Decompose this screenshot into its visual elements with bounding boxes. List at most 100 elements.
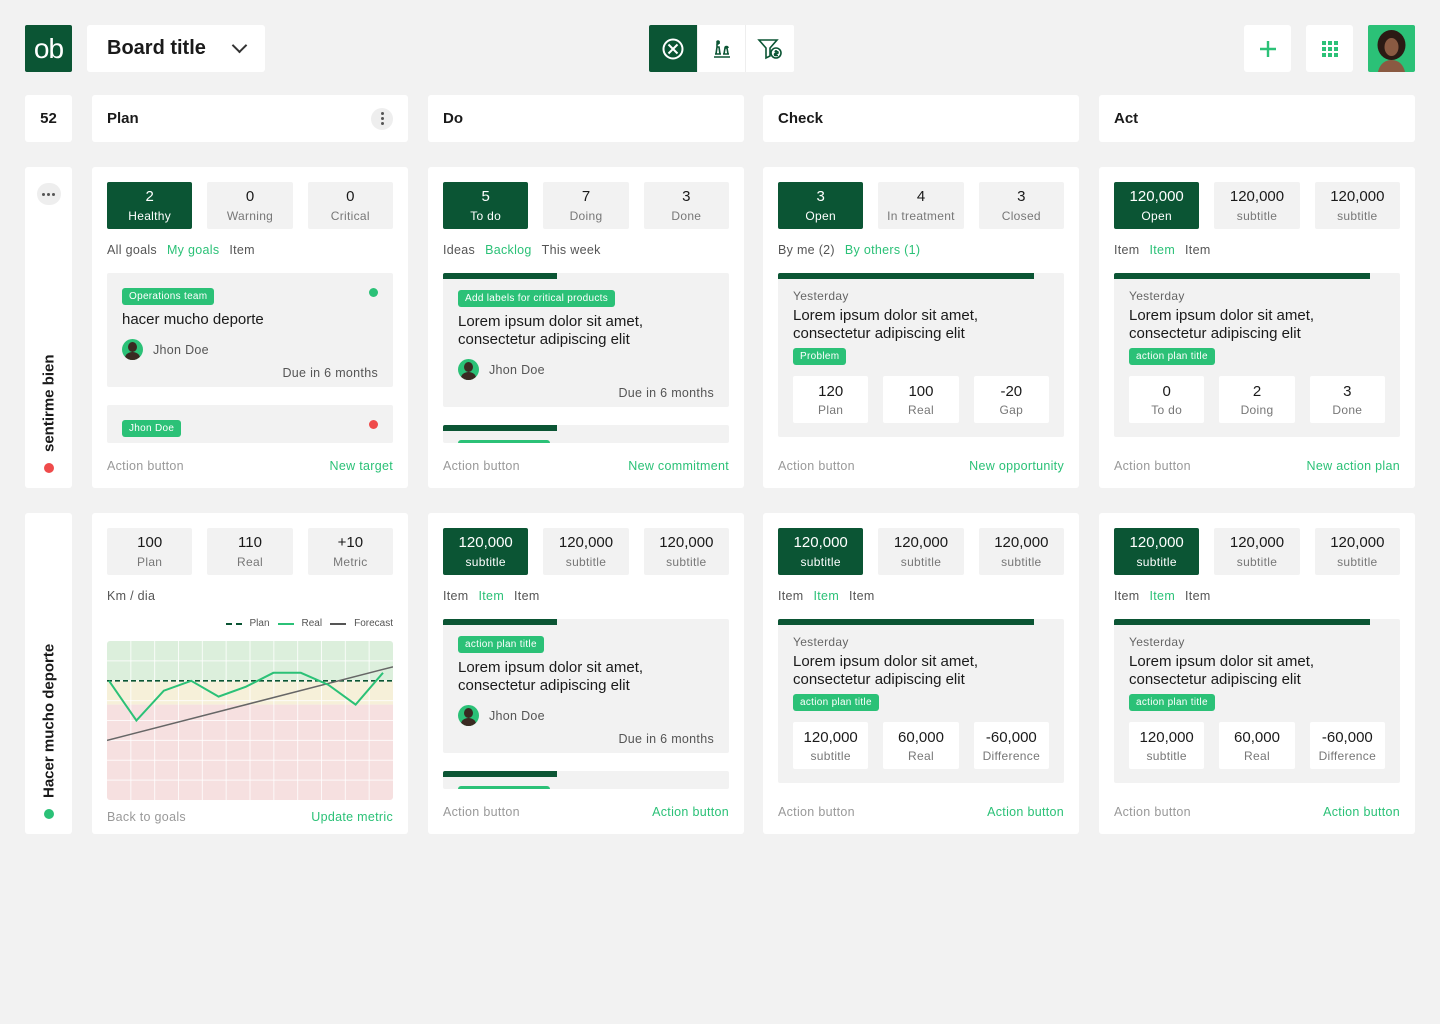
stat-subtitle[interactable]: 120,000 subtitle [978, 528, 1064, 575]
action-button[interactable]: Action button [1114, 459, 1191, 473]
plan-tag: action plan title [1129, 348, 1215, 365]
tab-item[interactable]: Item [1150, 243, 1176, 257]
action-button[interactable]: Action button [443, 805, 520, 819]
tab-item[interactable]: Item [514, 589, 540, 603]
goal-item[interactable]: Jhon Doe [107, 405, 393, 443]
opportunity-item[interactable]: Yesterday Lorem ipsum dolor sit amet, co… [778, 273, 1064, 437]
status-dot-green [44, 809, 54, 819]
action-plan-item[interactable]: Yesterday Lorem ipsum dolor sit amet, co… [1114, 273, 1400, 437]
metric-done: 3 Done [1309, 376, 1385, 423]
tab-backlog[interactable]: Backlog [485, 243, 532, 257]
stat-subtitle[interactable]: 120,000 subtitle [543, 528, 629, 575]
metric-difference: -60,000 Difference [973, 722, 1049, 769]
tab-item[interactable]: Item [229, 243, 255, 257]
stat-open[interactable]: 120,000 Open [1114, 182, 1200, 229]
app-logo[interactable]: ob [25, 25, 72, 72]
stat-subtitle[interactable]: 120,000 subtitle [643, 528, 729, 575]
tab-ideas[interactable]: Ideas [443, 243, 475, 257]
opportunity-item[interactable]: Yesterday Lorem ipsum dolor sit amet, co… [778, 619, 1064, 783]
action-button[interactable]: Action button [107, 459, 184, 473]
new-target-button[interactable]: New target [330, 459, 393, 473]
stat-doing[interactable]: 7 Doing [543, 182, 629, 229]
stat-in-treatment[interactable]: 4 In treatment [878, 182, 964, 229]
column-header-check: Check [763, 95, 1079, 142]
more-options-icon[interactable] [36, 183, 61, 205]
tab-item[interactable]: Item [814, 589, 840, 603]
action-button[interactable]: Action button [443, 459, 520, 473]
add-button[interactable] [1244, 25, 1291, 72]
stat-subtitle[interactable]: 120,000 subtitle [1214, 528, 1300, 575]
stat-subtitle[interactable]: 120,000 subtitle [778, 528, 864, 575]
tab-by-others[interactable]: By others (1) [845, 243, 920, 257]
new-opportunity-button[interactable]: New opportunity [969, 459, 1064, 473]
tab-item[interactable]: Item [479, 589, 505, 603]
stat-done[interactable]: 3 Done [643, 182, 729, 229]
stat-subtitle[interactable]: 120,000 subtitle [1314, 528, 1400, 575]
legend-plan-swatch [225, 622, 242, 625]
update-metric-button[interactable]: Update metric [311, 810, 393, 824]
new-action-plan-button[interactable]: New action plan [1307, 459, 1400, 473]
stat-closed[interactable]: 3 Closed [978, 182, 1064, 229]
tab-item[interactable]: Item [1185, 589, 1211, 603]
column-title: Plan [107, 110, 139, 127]
act-card-r1: 120,000 Open 120,000 subtitle 120,000 subti… [1099, 167, 1415, 488]
tab-my-goals[interactable]: My goals [167, 243, 219, 257]
stat-subtitle[interactable]: 120,000 subtitle [443, 528, 529, 575]
legend-real: Real [301, 618, 323, 629]
new-commitment-button[interactable]: New commitment [628, 459, 729, 473]
board-title-dropdown[interactable]: Board title [87, 25, 265, 72]
stat-subtitle[interactable]: 120,000 subtitle [1214, 182, 1300, 229]
timestamp: Yesterday [793, 635, 849, 649]
stat-real[interactable]: 110 Real [207, 528, 293, 575]
tab-item[interactable]: Item [1185, 243, 1211, 257]
card-footer: Back to goals Update metric [107, 810, 393, 824]
commitment-item[interactable]: action plan title Lorem ipsum dolor sit … [443, 619, 729, 753]
action-plan-item[interactable]: Yesterday Lorem ipsum dolor sit amet, co… [1114, 619, 1400, 783]
action-button[interactable]: Action button [778, 805, 855, 819]
column-title: Act [1114, 110, 1139, 127]
metric-doing: 2 Doing [1219, 376, 1295, 423]
tab-item[interactable]: Item [849, 589, 875, 603]
tab-by-me[interactable]: By me (2) [778, 243, 835, 257]
tab-this-week[interactable]: This week [542, 243, 601, 257]
funnel-button[interactable] [746, 25, 794, 72]
commitment-title: Lorem ipsum dolor sit amet, consectetur … [458, 313, 644, 348]
tab-item[interactable]: Item [1114, 589, 1140, 603]
action-button[interactable]: Action button [652, 805, 729, 819]
action-button[interactable]: Action button [1323, 805, 1400, 819]
commitment-item[interactable]: Add labels for critical products Lorem i… [443, 273, 729, 407]
stat-critical[interactable]: 0 Critical [307, 182, 393, 229]
stat-warning[interactable]: 0 Warning [207, 182, 293, 229]
tab-item[interactable]: Item [1150, 589, 1176, 603]
stat-metric[interactable]: +10 Metric [307, 528, 393, 575]
commitment-item[interactable] [443, 771, 729, 789]
chart-legend: Plan Real Forecast [225, 618, 393, 629]
stat-subtitle[interactable]: 120,000 subtitle [1114, 528, 1200, 575]
pdca-cycle-button[interactable] [649, 25, 698, 72]
stat-to-do[interactable]: 5 To do [443, 182, 529, 229]
strategy-button[interactable] [698, 25, 747, 72]
action-button[interactable]: Action button [778, 459, 855, 473]
stat-healthy[interactable]: 2 Healthy [107, 182, 193, 229]
metric-unit: Km / dia [107, 589, 155, 603]
goal-item[interactable]: Operations team hacer mucho deporte Jhon… [107, 273, 393, 387]
stat-subtitle[interactable]: 120,000 subtitle [1314, 182, 1400, 229]
tab-all-goals[interactable]: All goals [107, 243, 157, 257]
user-avatar[interactable] [1368, 25, 1415, 72]
stat-subtitle[interactable]: 120,000 subtitle [878, 528, 964, 575]
back-to-goals-button[interactable]: Back to goals [107, 810, 186, 824]
commitment-item[interactable] [443, 425, 729, 443]
tab-item[interactable]: Item [1114, 243, 1140, 257]
kebab-menu-icon[interactable] [371, 107, 393, 130]
action-button[interactable]: Action button [1114, 805, 1191, 819]
action-button[interactable]: Action button [987, 805, 1064, 819]
metric-gap: -20 Gap [973, 376, 1049, 423]
commitment-title: Lorem ipsum dolor sit amet, consectetur … [458, 659, 644, 694]
stat-open[interactable]: 3 Open [778, 182, 864, 229]
stat-plan[interactable]: 100 Plan [107, 528, 193, 575]
tab-item[interactable]: Item [778, 589, 804, 603]
apps-button[interactable] [1306, 25, 1353, 72]
tab-item[interactable]: Item [443, 589, 469, 603]
assignee: Jhon Doe [122, 339, 209, 360]
filter-tabs: All goals My goals Item [107, 243, 255, 257]
